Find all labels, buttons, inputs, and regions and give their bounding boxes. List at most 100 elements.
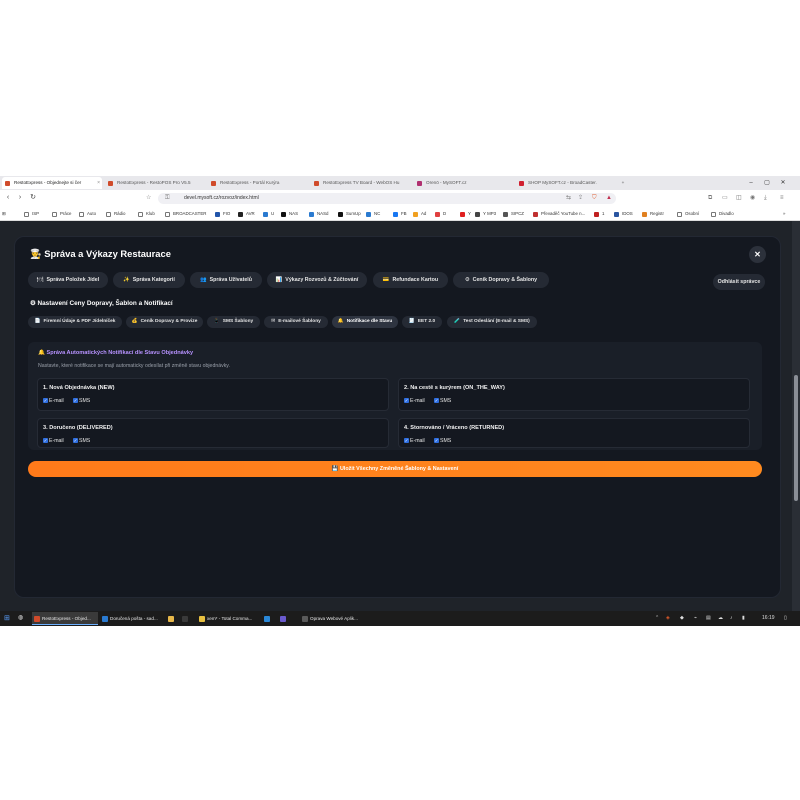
bookmark-item[interactable]: NASd: [309, 210, 328, 218]
bookmark-item[interactable]: Y: [460, 210, 471, 218]
rewards-icon[interactable]: ▲: [606, 193, 612, 204]
bookmark-item[interactable]: Auto: [79, 210, 96, 218]
bookmark-item[interactable]: IDOS: [614, 210, 633, 218]
bookmark-item[interactable]: FB: [393, 210, 407, 218]
close-icon[interactable]: ✕: [749, 246, 766, 263]
sms-checkbox[interactable]: ✓: [73, 438, 78, 443]
bookmark-item[interactable]: Y MP3: [475, 210, 496, 218]
bookmark-label: FB: [401, 211, 407, 216]
subtab-1[interactable]: 📄 Firemní Údaje & PDF Jídelníček: [28, 316, 122, 328]
browser-tab[interactable]: RestoExpress TV Board - WebOS Hu: [311, 177, 411, 189]
bookmark-item[interactable]: FIO: [215, 210, 230, 218]
browser-tab[interactable]: RestoExpress - Portál Kurýra: [208, 177, 308, 189]
bookmark-item[interactable]: NC: [366, 210, 380, 218]
address-bar[interactable]: devel.mysoft.cz/rozvoz/index.html: [158, 193, 616, 204]
email-checkbox[interactable]: ✓: [43, 398, 48, 403]
bookmark-item[interactable]: Ad: [413, 210, 426, 218]
save-all-button[interactable]: 💾 Uložit Všechny Změněné Šablony & Nasta…: [28, 461, 762, 477]
taskbar-app[interactable]: Oprava Webové Aplik...: [300, 612, 362, 625]
notifications-icon[interactable]: ▯: [784, 612, 787, 625]
tab-main-4[interactable]: 📊 Výkazy Rozvozů & Zúčtování: [267, 272, 367, 288]
apps-grid-icon[interactable]: ⊞: [2, 210, 6, 218]
bookmark-item[interactable]: Práce: [52, 210, 71, 218]
downloads-icon[interactable]: ⤓: [764, 193, 767, 204]
taskbar-app[interactable]: [166, 612, 178, 625]
translate-icon[interactable]: ⇆: [566, 193, 571, 204]
browser-tab[interactable]: SHOP MySOFT.cz - BroadCaster.: [516, 177, 616, 189]
logout-button[interactable]: Odhlásit správce: [713, 274, 765, 290]
brave-shield-icon[interactable]: ⛉: [592, 193, 597, 204]
wallet-icon[interactable]: ◫: [736, 193, 742, 204]
bookmark-item[interactable]: NAS: [281, 210, 298, 218]
clock[interactable]: 16:19: [762, 612, 775, 625]
sms-checkbox[interactable]: ✓: [434, 398, 439, 403]
sms-checkbox[interactable]: ✓: [73, 398, 78, 403]
bookmark-item[interactable]: Převaděč YouTube n...: [533, 210, 585, 218]
chrome-icon[interactable]: ◍: [18, 612, 23, 625]
email-checkbox[interactable]: ✓: [404, 438, 409, 443]
subtab-3[interactable]: 📱 SMS Šablony: [207, 316, 260, 328]
bookmark-item[interactable]: Rádio: [106, 210, 125, 218]
taskbar-app[interactable]: RestoExpress - Objed...: [32, 612, 98, 625]
tab-main-1[interactable]: 🍽 Správa Položek Jídel: [28, 272, 108, 288]
browser-tab[interactable]: RestoExpress - Objednejte si čer ×: [2, 177, 102, 189]
chat-icon[interactable]: ▤: [706, 612, 711, 625]
tab-main-3[interactable]: 👥 Správa Uživatelů: [190, 272, 262, 288]
subtab-7[interactable]: 🧪 Test Odeslání (E-mail & SMS): [447, 316, 537, 328]
taskbar-app[interactable]: [262, 612, 276, 625]
taskbar-app[interactable]: [278, 612, 296, 625]
extensions-icon[interactable]: ⧉: [708, 193, 712, 204]
start-icon[interactable]: ⊞: [4, 612, 10, 625]
dropbox-icon[interactable]: ◆: [680, 612, 684, 625]
battery-icon[interactable]: ▮: [742, 612, 745, 625]
browser-tab[interactable]: RestoExpress - RestoPOS Pro V5.5: [105, 177, 205, 189]
bookmark-item[interactable]: BROADCASTER: [165, 210, 206, 218]
site-info-icon[interactable]: ⚿: [165, 193, 170, 204]
taskbar-app[interactable]: Doručená pošta - sad...: [100, 612, 164, 625]
subtab-6[interactable]: 🧾 EET 2.0: [402, 316, 442, 328]
more-bookmarks-icon[interactable]: »: [783, 210, 785, 218]
bookmark-item[interactable]: Osobní: [677, 210, 699, 218]
brave-tray-icon[interactable]: ◈: [666, 612, 670, 625]
share-icon[interactable]: ⇪: [578, 193, 583, 204]
page-scrollbar-thumb[interactable]: [794, 375, 798, 501]
bookmark-item[interactable]: AVR: [238, 210, 255, 218]
forward-icon[interactable]: ›: [15, 193, 25, 203]
bookmark-item[interactable]: U: [263, 210, 274, 218]
subtab-5[interactable]: 🔔 Notifikace dle Stavu: [332, 316, 398, 328]
subtab-2[interactable]: 💰 Ceník Dopravy & Provize: [126, 316, 203, 328]
tab-main-5[interactable]: 💳 Refundace Kartou: [373, 272, 448, 288]
sms-checkbox[interactable]: ✓: [434, 438, 439, 443]
maximize-icon[interactable]: ▢: [760, 176, 774, 190]
reload-icon[interactable]: ↻: [28, 193, 38, 203]
bookmark-item[interactable]: Registr: [642, 210, 664, 218]
volume-icon[interactable]: ♪: [730, 612, 733, 625]
vpn-icon[interactable]: ◉: [750, 193, 755, 204]
subtab-4[interactable]: ✉ E-mailové Šablony: [264, 316, 328, 328]
tray-overflow-icon[interactable]: ⌃: [655, 612, 659, 625]
bookmark-item[interactable]: SumUp: [338, 210, 361, 218]
browser-tab[interactable]: Orenö - MySOFT.cz: [414, 177, 514, 189]
network-icon[interactable]: ⌁: [694, 612, 697, 625]
bookmark-item[interactable]: Divadlo: [711, 210, 734, 218]
bookmark-item[interactable]: D: [435, 210, 446, 218]
email-checkbox[interactable]: ✓: [404, 398, 409, 403]
bookmark-item[interactable]: SIPCZ: [503, 210, 524, 218]
close-window-icon[interactable]: ✕: [776, 176, 790, 190]
menu-icon[interactable]: ≡: [780, 193, 784, 204]
new-tab-button[interactable]: +: [617, 177, 629, 189]
bookmark-item[interactable]: Klub: [138, 210, 155, 218]
tab-main-2[interactable]: ✨ Správa Kategorií: [113, 272, 185, 288]
bookmark-item[interactable]: 1: [594, 210, 604, 218]
back-icon[interactable]: ‹: [3, 193, 13, 203]
bookmark-page-icon[interactable]: ☆: [146, 193, 151, 204]
email-checkbox[interactable]: ✓: [43, 438, 48, 443]
tab-close-icon[interactable]: ×: [97, 177, 100, 189]
taskbar-app[interactable]: [180, 612, 194, 625]
tab-main-6[interactable]: ⚙ Ceník Dopravy & Šablony: [453, 272, 549, 288]
taskbar-app[interactable]: xem* - Total Comma...: [197, 612, 259, 625]
minimize-icon[interactable]: –: [744, 176, 758, 190]
bookmark-item[interactable]: ISP: [24, 210, 39, 218]
sidebar-icon[interactable]: ▭: [722, 193, 728, 204]
cloud-icon[interactable]: ☁: [718, 612, 723, 625]
